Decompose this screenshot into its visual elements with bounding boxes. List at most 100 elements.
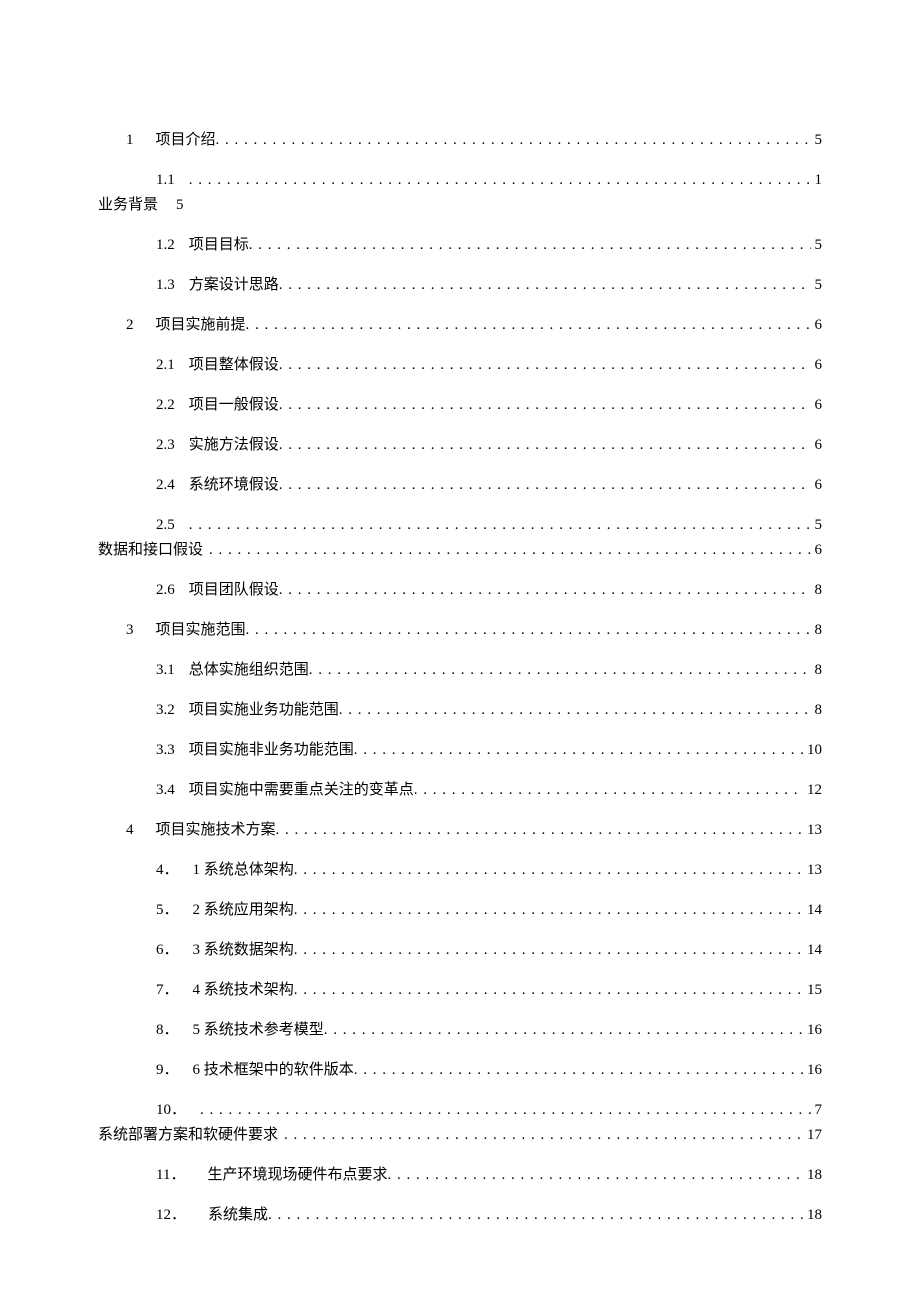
toc-page-number: 17 bbox=[807, 1125, 822, 1146]
toc-entry: 11．生产环境现场硬件布点要求. . . . . . . . . . . . .… bbox=[98, 1165, 822, 1186]
toc-leader: . . . . . . . . . . . . . . . . . . . . … bbox=[294, 860, 803, 881]
toc-title: 项目实施前提 bbox=[156, 315, 246, 336]
toc-leader: . . . . . . . . . . . . . . . . . . . . … bbox=[246, 315, 811, 336]
toc-leader: . . . . . . . . . . . . . . . . . . . . … bbox=[279, 355, 811, 376]
toc-page-number: 6 bbox=[815, 315, 823, 336]
toc-page-number: 10 bbox=[807, 740, 822, 761]
toc-leader: . . . . . . . . . . . . . . . . . . . . … bbox=[189, 515, 811, 536]
toc-entry: 1.1. . . . . . . . . . . . . . . . . . .… bbox=[98, 170, 822, 191]
toc-title: 项目实施业务功能范围 bbox=[189, 700, 339, 721]
toc-page-number: 16 bbox=[807, 1020, 822, 1041]
toc-page: 1项目介绍. . . . . . . . . . . . . . . . . .… bbox=[0, 0, 920, 1305]
toc-page-number: 5 bbox=[815, 235, 823, 256]
toc-title: 项目目标 bbox=[189, 235, 249, 256]
toc-number: 2.5 bbox=[156, 515, 175, 536]
toc-title: 项目实施范围 bbox=[156, 620, 246, 641]
toc-page-number: 6 bbox=[815, 355, 823, 376]
toc-page-number: 14 bbox=[807, 900, 822, 921]
toc-page-number: 8 bbox=[815, 660, 823, 681]
toc-wrap-line: 系统部署方案和软硬件要求 . . . . . . . . . . . . . . … bbox=[98, 1125, 822, 1146]
toc-page-number: 8 bbox=[815, 620, 823, 641]
toc-number: 3.2 bbox=[156, 700, 175, 721]
toc-title: 3 系统数据架构 bbox=[193, 940, 294, 961]
toc-entry: 2.5 . . . . . . . . . . . . . . . . . . .… bbox=[98, 515, 822, 536]
toc-leader: . . . . . . . . . . . . . . . . . . . . … bbox=[249, 235, 811, 256]
toc-leader: . . . . . . . . . . . . . . . . . . . . … bbox=[246, 620, 811, 641]
toc-page-number: 15 bbox=[807, 980, 822, 1001]
toc-page-number: 5 bbox=[176, 197, 184, 213]
toc-leader: . . . . . . . . . . . . . . . . . . . . … bbox=[324, 1020, 803, 1041]
toc-entry: 3.3 项目实施非业务功能范围. . . . . . . . . . . . . … bbox=[98, 740, 822, 761]
toc-number: 2.2 bbox=[156, 395, 175, 416]
toc-page-number: 18 bbox=[807, 1205, 822, 1226]
toc-leader: . . . . . . . . . . . . . . . . . . . . … bbox=[279, 395, 811, 416]
toc-number: 6． bbox=[156, 940, 179, 961]
toc-number: 9． bbox=[156, 1060, 179, 1081]
toc-page-number: 1 bbox=[815, 170, 823, 191]
toc-title: 业务背景 bbox=[98, 197, 158, 213]
toc-title: 4 系统技术架构 bbox=[193, 980, 294, 1001]
toc-number: 1.3 bbox=[156, 275, 175, 296]
toc-page-number: 5 bbox=[815, 515, 823, 536]
toc-page-number: 6 bbox=[815, 540, 823, 561]
toc-leader: . . . . . . . . . . . . . . . . . . . . … bbox=[189, 170, 811, 191]
toc-page-number: 18 bbox=[807, 1165, 822, 1186]
toc-number: 2.1 bbox=[156, 355, 175, 376]
toc-title: 系统部署方案和软硬件要求 bbox=[98, 1125, 278, 1146]
toc-number: 3.3 bbox=[156, 740, 175, 761]
toc-page-number: 14 bbox=[807, 940, 822, 961]
toc-entry: 2.3实施方法假设. . . . . . . . . . . . . . . .… bbox=[98, 435, 822, 456]
toc-number: 2.3 bbox=[156, 435, 175, 456]
toc-title: 项目实施技术方案 bbox=[156, 820, 276, 841]
toc-leader: . . . . . . . . . . . . . . . . . . . . … bbox=[216, 130, 811, 151]
toc-title: 项目实施非业务功能范围 bbox=[189, 740, 354, 761]
toc-entry: 8．5 系统技术参考模型. . . . . . . . . . . . . . … bbox=[98, 1020, 822, 1041]
toc-entry: 12． 系统集成. . . . . . . . . . . . . . . . .… bbox=[98, 1205, 822, 1226]
toc-page-number: 13 bbox=[807, 860, 822, 881]
toc-number: 4 bbox=[126, 820, 134, 841]
toc-number: 10． bbox=[156, 1100, 186, 1121]
toc-wrap-line: 业务背景 5 bbox=[98, 195, 822, 216]
toc-leader: . . . . . . . . . . . . . . . . . . . . … bbox=[279, 275, 811, 296]
toc-number: 5． bbox=[156, 900, 179, 921]
toc-number: 3 bbox=[126, 620, 134, 641]
toc-title: 数据和接口假设 bbox=[98, 540, 203, 561]
toc-number: 2.4 bbox=[156, 475, 175, 496]
toc-page-number: 5 bbox=[815, 275, 823, 296]
toc-leader: . . . . . . . . . . . . . . . . . . . . … bbox=[294, 980, 803, 1001]
toc-number: 3.4 bbox=[156, 780, 175, 801]
toc-leader: . . . . . . . . . . . . . . . . . . . . … bbox=[414, 780, 803, 801]
toc-entry: 3.2 项目实施业务功能范围. . . . . . . . . . . . . .… bbox=[98, 700, 822, 721]
toc-title: 项目一般假设 bbox=[189, 395, 279, 416]
toc-entry: 1.2项目目标. . . . . . . . . . . . . . . . .… bbox=[98, 235, 822, 256]
toc-entry: 5．2 系统应用架构. . . . . . . . . . . . . . . … bbox=[98, 900, 822, 921]
toc-page-number: 16 bbox=[807, 1060, 822, 1081]
toc-number: 12． bbox=[156, 1205, 186, 1226]
toc-wrap-line: 数据和接口假设. . . . . . . . . . . . . . . . .… bbox=[98, 540, 822, 561]
toc-entry: 1.3方案设计思路. . . . . . . . . . . . . . . .… bbox=[98, 275, 822, 296]
toc-leader: . . . . . . . . . . . . . . . . . . . . … bbox=[354, 1060, 803, 1081]
toc-page-number: 8 bbox=[815, 580, 823, 601]
toc-number: 2 bbox=[126, 315, 134, 336]
toc-title: 项目团队假设 bbox=[189, 580, 279, 601]
toc-leader: . . . . . . . . . . . . . . . . . . . . … bbox=[284, 1125, 803, 1146]
toc-title: 项目整体假设 bbox=[189, 355, 279, 376]
toc-number: 11． bbox=[156, 1165, 185, 1186]
toc-leader: . . . . . . . . . . . . . . . . . . . . … bbox=[268, 1205, 803, 1226]
toc-title: 2 系统应用架构 bbox=[193, 900, 294, 921]
toc-leader: . . . . . . . . . . . . . . . . . . . . … bbox=[354, 740, 803, 761]
toc-leader: . . . . . . . . . . . . . . . . . . . . … bbox=[279, 475, 811, 496]
toc-entry: 1项目介绍. . . . . . . . . . . . . . . . . .… bbox=[98, 130, 822, 151]
toc-entry: 2.2 项目一般假设. . . . . . . . . . . . . . . .… bbox=[98, 395, 822, 416]
toc-entry: 4项目实施技术方案. . . . . . . . . . . . . . . .… bbox=[98, 820, 822, 841]
toc-leader: . . . . . . . . . . . . . . . . . . . . … bbox=[339, 700, 811, 721]
toc-title: 生产环境现场硬件布点要求 bbox=[207, 1165, 387, 1186]
toc-leader: . . . . . . . . . . . . . . . . . . . . … bbox=[309, 660, 811, 681]
toc-entry: 2.6项目团队假设. . . . . . . . . . . . . . . .… bbox=[98, 580, 822, 601]
toc-number: 7． bbox=[156, 980, 179, 1001]
toc-title: 总体实施组织范围 bbox=[189, 660, 309, 681]
toc-number: 1 bbox=[126, 130, 134, 151]
toc-page-number: 6 bbox=[815, 475, 823, 496]
toc-page-number: 13 bbox=[807, 820, 822, 841]
toc-title: 系统集成 bbox=[208, 1205, 268, 1226]
